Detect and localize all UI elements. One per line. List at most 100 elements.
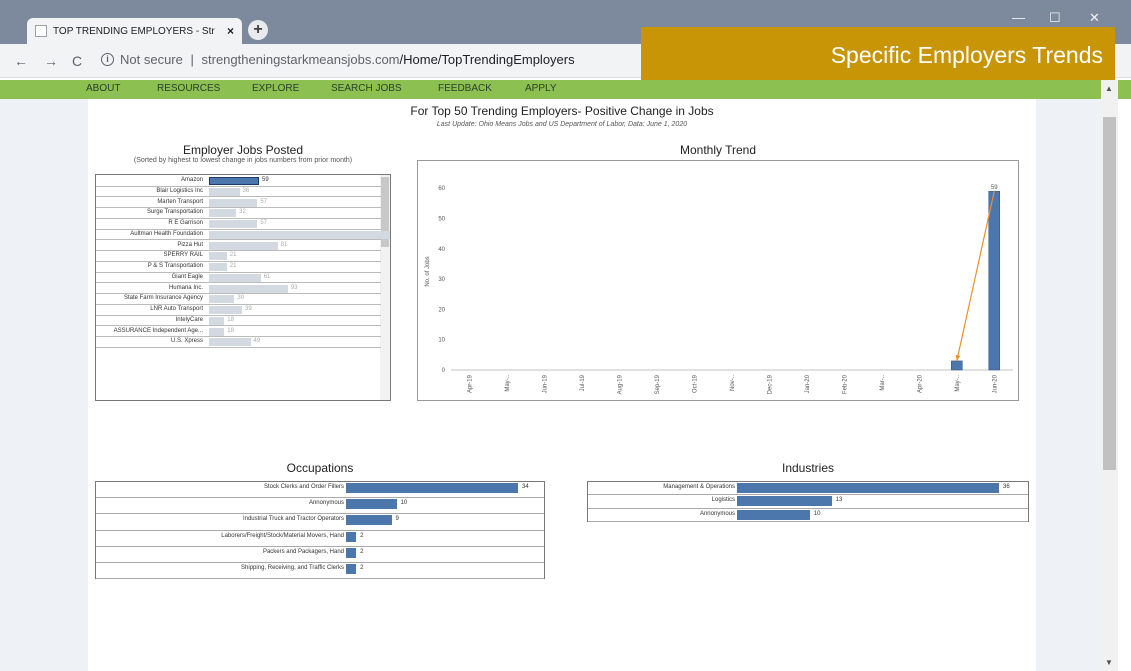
occupation-bar[interactable] xyxy=(346,499,397,510)
employer-bar[interactable] xyxy=(209,263,227,271)
employer-bar[interactable] xyxy=(209,338,251,347)
employer-value: 49 xyxy=(253,338,261,345)
employer-bar[interactable] xyxy=(209,273,261,282)
occupation-row[interactable]: Laborers/Freight/Stock/Material Movers, … xyxy=(96,531,544,547)
employer-value: 81 xyxy=(280,241,288,248)
page-favicon-icon xyxy=(35,25,47,37)
industry-label: Management & Operations xyxy=(663,484,735,490)
occupation-row[interactable]: Shipping, Receiving, and Traffic Clerks 2 xyxy=(96,563,544,580)
employer-bar[interactable] xyxy=(209,252,227,261)
maximize-icon[interactable]: ☐ xyxy=(1049,10,1061,26)
employer-row[interactable]: State Farm Insurance Agency 30 xyxy=(96,294,381,305)
minimize-icon[interactable]: — xyxy=(1012,10,1025,25)
employer-row[interactable]: Blair Logistics Inc 36 xyxy=(96,187,381,198)
employer-row[interactable]: U.S. Xpress 49 xyxy=(96,337,381,348)
occupation-bar[interactable] xyxy=(346,483,518,493)
occupation-bar[interactable] xyxy=(346,515,392,526)
overlay-banner: Specific Employers Trends xyxy=(641,27,1115,84)
occupation-row[interactable]: Packers and Packagers, Hand 2 xyxy=(96,547,544,563)
employer-bar[interactable] xyxy=(209,241,278,250)
reload-icon[interactable]: C xyxy=(72,53,82,69)
employer-bar[interactable] xyxy=(209,306,243,314)
industries-chart: Management & Operations 36 Logistics 13 Anno… xyxy=(587,481,1029,522)
scrollbar-thumb[interactable] xyxy=(1103,117,1116,470)
occupation-row[interactable]: Stock Clerks and Order Fillers 34 xyxy=(96,482,544,499)
nav-apply[interactable]: APPLY xyxy=(525,83,557,94)
occupation-value: 2 xyxy=(360,548,364,555)
employer-row[interactable]: R E Garrison 57 xyxy=(96,219,381,230)
employer-row[interactable]: Marten Transport 57 xyxy=(96,198,381,209)
employer-bar[interactable] xyxy=(209,316,225,325)
industry-bar[interactable] xyxy=(737,496,832,507)
industry-bar[interactable] xyxy=(737,509,810,520)
employer-bar[interactable] xyxy=(209,177,260,185)
industry-row[interactable]: Logistics 13 xyxy=(588,495,1028,509)
employer-bar[interactable] xyxy=(209,327,225,336)
industry-row[interactable]: Annonymous 10 xyxy=(588,509,1028,522)
tab-title: TOP TRENDING EMPLOYERS - Str xyxy=(53,25,215,37)
employer-bar[interactable] xyxy=(209,295,235,304)
occupation-bar[interactable] xyxy=(346,547,357,558)
scroll-down-icon[interactable]: ▼ xyxy=(1105,658,1113,667)
url-separator: | xyxy=(190,52,194,67)
employer-row[interactable]: IntelyCare 18 xyxy=(96,316,381,327)
employer-name: IntelyCare xyxy=(175,316,203,323)
scroll-up-icon[interactable]: ▲ xyxy=(1105,84,1113,93)
nav-resources[interactable]: RESOURCES xyxy=(157,83,220,94)
occupation-bar[interactable] xyxy=(346,564,357,574)
employers-title: Employer Jobs Posted xyxy=(182,143,304,157)
employer-value: 57 xyxy=(260,198,267,205)
employer-row[interactable]: SPERRY RAIL 21 xyxy=(96,251,381,262)
employer-name: Surge Transportation xyxy=(146,209,203,216)
employer-row[interactable]: Surge Transportation 32 xyxy=(96,208,381,219)
industry-bar[interactable] xyxy=(737,483,999,493)
window-close-icon[interactable]: ✕ xyxy=(1089,10,1100,26)
employer-row[interactable]: Humana Inc. 93 xyxy=(96,284,381,295)
nav-about[interactable]: ABOUT xyxy=(86,83,120,94)
y-tick-label: 0 xyxy=(442,368,446,374)
page-subtitle: Last Update: Ohio Means Jobs and US Depa… xyxy=(436,121,688,128)
occupation-row[interactable]: Industrial Truck and Tractor Operators 9 xyxy=(96,514,544,531)
employer-name: Pizza Hut xyxy=(177,241,203,248)
new-tab-button[interactable]: + xyxy=(248,20,268,40)
page-scrollbar[interactable]: ▲ ▼ xyxy=(1101,80,1118,671)
industry-row[interactable]: Management & Operations 36 xyxy=(588,482,1028,496)
occupation-value: 9 xyxy=(395,516,399,523)
employer-bar[interactable] xyxy=(209,198,258,207)
security-status: Not secure xyxy=(120,52,183,67)
employer-bar[interactable] xyxy=(209,220,258,228)
url-field[interactable]: Not secure | strengtheningstarkmeansjobs… xyxy=(120,52,575,67)
employer-row[interactable]: ASSURANCE Independent Age... 18 xyxy=(96,327,381,338)
nav-search-jobs[interactable]: SEARCH JOBS xyxy=(331,83,402,94)
employer-row[interactable]: Amazon 59 xyxy=(96,176,381,187)
back-arrow-icon[interactable]: ← xyxy=(14,53,28,69)
employers-note: (Sorted by highest to lowest change in j… xyxy=(133,157,353,164)
info-icon[interactable]: i xyxy=(101,53,114,66)
occupation-bar[interactable] xyxy=(346,531,357,542)
employer-list-scrollbar[interactable] xyxy=(380,175,390,400)
nav-feedback[interactable]: FEEDBACK xyxy=(438,83,492,94)
employer-bar[interactable] xyxy=(209,209,237,218)
employer-row[interactable]: Pizza Hut 81 xyxy=(96,241,381,252)
occupation-row[interactable]: Annonymous 10 xyxy=(96,498,544,515)
employer-row[interactable]: LNR Auto Transport 39 xyxy=(96,305,381,316)
occupation-label: Laborers/Freight/Stock/Material Movers, … xyxy=(221,532,344,539)
employer-name: Blair Logistics Inc xyxy=(156,187,203,194)
tab-close-icon[interactable]: × xyxy=(227,24,234,38)
trend-bar xyxy=(951,360,963,371)
y-tick-label: 60 xyxy=(438,186,445,192)
monthly-trend-svg: 0 10 20 30 40 50 60 No. of Jobs Apr-19 May-.. Jun-… xyxy=(425,185,1013,394)
employer-bar[interactable] xyxy=(209,284,288,293)
employer-row[interactable]: Giant Eagle 61 xyxy=(96,273,381,284)
nav-explore[interactable]: EXPLORE xyxy=(252,83,299,94)
employer-row[interactable]: Aultman Health Foundation289 xyxy=(96,230,390,241)
employer-bar[interactable] xyxy=(209,187,240,196)
employer-list[interactable]: Amazon 59 Blair Logistics Inc 36 Marten Tran… xyxy=(95,174,391,401)
industry-label: Annonymous xyxy=(699,510,735,517)
browser-tab[interactable]: TOP TRENDING EMPLOYERS - Str × xyxy=(27,18,242,44)
forward-arrow-icon[interactable]: → xyxy=(44,53,58,69)
employer-bar[interactable] xyxy=(209,230,390,239)
y-tick-label: 50 xyxy=(438,216,445,222)
monthly-trend-chart: 0 10 20 30 40 50 60 No. of Jobs Apr-19 May-.. Jun-… xyxy=(417,160,1019,401)
employer-row[interactable]: P & S Transportation 21 xyxy=(96,262,381,273)
